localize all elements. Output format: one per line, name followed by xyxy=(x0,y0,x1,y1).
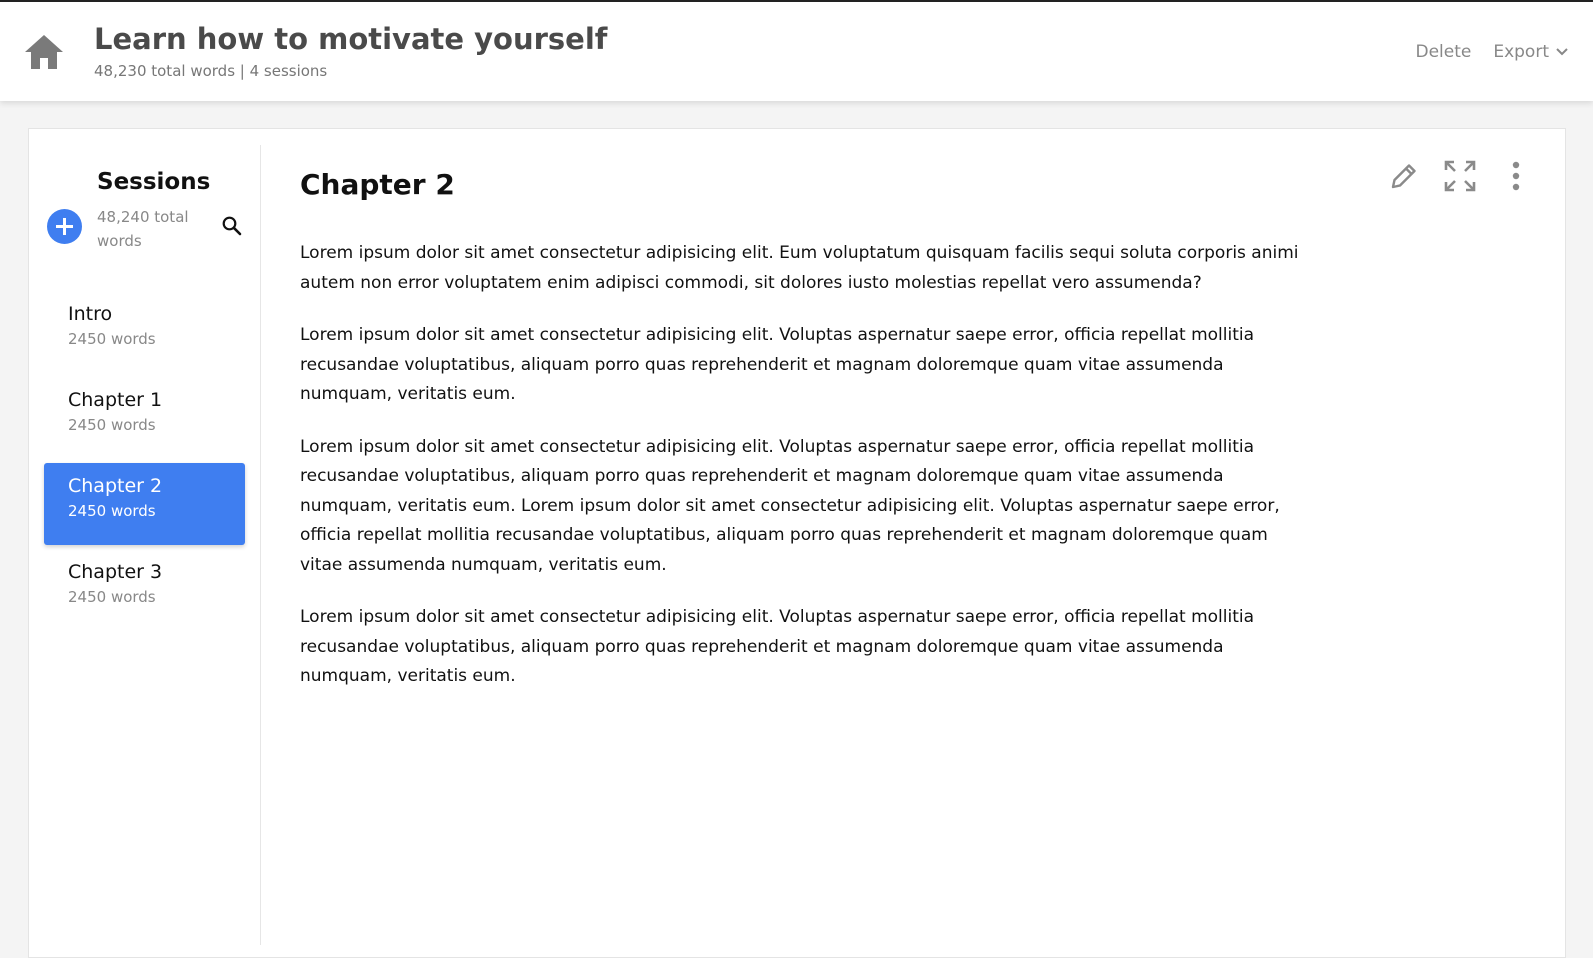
session-name: Intro xyxy=(68,303,113,325)
session-item-chapter-1[interactable]: Chapter 1 2450 words xyxy=(44,377,245,459)
chapter-content: Chapter 2 Lorem ipsum dolor sit amet con… xyxy=(300,165,1300,715)
delete-button[interactable]: Delete xyxy=(1415,42,1471,62)
session-word-count: 2450 words xyxy=(68,588,156,606)
content-toolbar xyxy=(1387,159,1533,193)
document-stats: 48,230 total words | 4 sessions xyxy=(94,62,328,80)
pencil-icon[interactable] xyxy=(1387,159,1421,193)
session-word-count: 2450 words xyxy=(68,330,156,348)
paragraph: Lorem ipsum dolor sit amet consectetur a… xyxy=(300,436,1280,575)
session-name: Chapter 1 xyxy=(68,389,163,411)
session-word-count: 2450 words xyxy=(68,502,156,520)
paragraph: Lorem ipsum dolor sit amet consectetur a… xyxy=(300,325,1255,404)
export-label: Export xyxy=(1493,42,1549,62)
main-card: Sessions 48,240 total words Intro 2450 w… xyxy=(28,128,1566,958)
sessions-title: Sessions xyxy=(97,169,211,195)
session-name: Chapter 3 xyxy=(68,561,163,583)
session-name: Chapter 2 xyxy=(68,475,163,497)
delete-label: Delete xyxy=(1415,42,1472,62)
sessions-header: Sessions 48,240 total words xyxy=(29,145,260,285)
home-icon[interactable] xyxy=(22,32,66,72)
expand-icon[interactable] xyxy=(1443,159,1477,193)
chapter-title: Chapter 2 xyxy=(300,168,455,201)
session-list: Intro 2450 words Chapter 1 2450 words Ch… xyxy=(44,291,245,635)
header-actions: Delete Export xyxy=(1415,42,1569,62)
paragraph: Lorem ipsum dolor sit amet consectetur a… xyxy=(300,243,1299,293)
session-item-chapter-2[interactable]: Chapter 2 2450 words xyxy=(44,463,245,545)
search-icon[interactable] xyxy=(221,215,243,237)
chevron-down-icon xyxy=(1555,42,1569,62)
session-item-chapter-3[interactable]: Chapter 3 2450 words xyxy=(44,549,245,631)
session-word-count: 2450 words xyxy=(68,416,156,434)
add-session-button[interactable] xyxy=(47,209,82,244)
more-vertical-icon[interactable] xyxy=(1499,159,1533,193)
export-button[interactable]: Export xyxy=(1493,42,1569,62)
session-item-intro[interactable]: Intro 2450 words xyxy=(44,291,245,373)
document-title: Learn how to motivate yourself xyxy=(94,22,608,56)
paragraph: Lorem ipsum dolor sit amet consectetur a… xyxy=(300,607,1255,686)
top-header: Learn how to motivate yourself 48,230 to… xyxy=(0,0,1593,101)
sessions-sidebar: Sessions 48,240 total words Intro 2450 w… xyxy=(29,145,261,945)
sessions-total-words: 48,240 total words xyxy=(97,208,189,250)
plus-icon xyxy=(56,218,73,235)
